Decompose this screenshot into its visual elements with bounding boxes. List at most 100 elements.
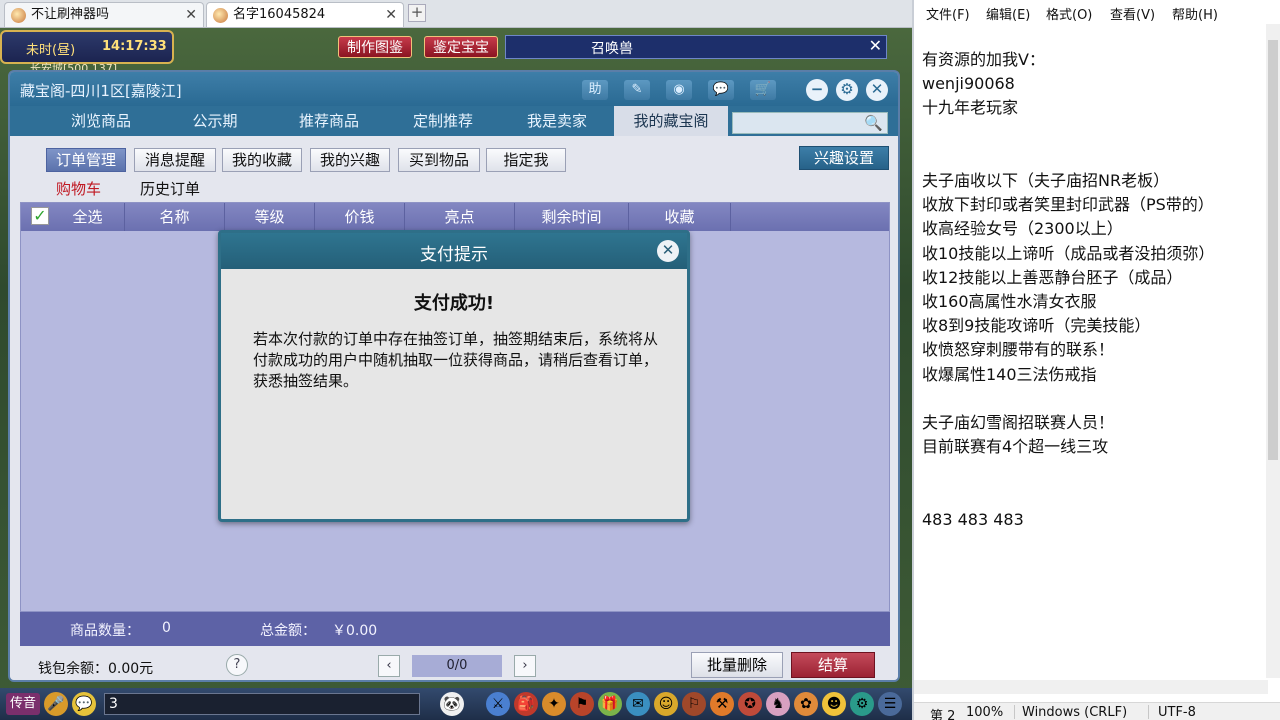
message-alert-button[interactable]: 消息提醒 bbox=[134, 148, 216, 172]
dialog-heading: 支付成功! bbox=[413, 293, 495, 314]
table-header: ✓ 全选 名称 等级 价钱 亮点 剩余时间 收藏 bbox=[21, 203, 889, 231]
browser-tab-1[interactable]: 不让刷神器吗 ✕ bbox=[4, 2, 204, 27]
chat-icon[interactable]: 💬 bbox=[708, 80, 734, 100]
text-line: 收爆属性140三法伤戒指 bbox=[922, 364, 1097, 384]
mount-icon[interactable]: ♞ bbox=[766, 692, 790, 716]
my-interests-button[interactable]: 我的兴趣 bbox=[310, 148, 390, 172]
skill-icon[interactable]: ✦ bbox=[542, 692, 566, 716]
text-line: ​ bbox=[922, 145, 1268, 169]
rank-icon[interactable]: ✿ bbox=[794, 692, 818, 716]
window-title: 藏宝阁-四川1区[嘉陵江] bbox=[20, 82, 182, 100]
total-value: ￥0.00 bbox=[332, 623, 378, 639]
text-line: 收10技能以上谛听（成品或者没拍须弥） bbox=[922, 243, 1215, 263]
question-icon[interactable]: ? bbox=[226, 654, 248, 676]
menu-file[interactable]: 文件(F) bbox=[926, 4, 970, 23]
smile-icon[interactable]: ☻ bbox=[822, 692, 846, 716]
window-tabs: 浏览商品 公示期 推荐商品 定制推荐 我是卖家 我的藏宝阁 🔍 bbox=[10, 106, 898, 136]
text-line: 夫子庙收以下（夫子庙招NR老板） bbox=[922, 171, 1170, 191]
search-icon[interactable]: 🔍 bbox=[864, 114, 883, 132]
col-remaining-time: 剩余时间 bbox=[515, 203, 629, 231]
pet-icon[interactable]: 🐼 bbox=[440, 692, 464, 716]
prev-page-button[interactable]: ‹ bbox=[378, 655, 400, 677]
shop-icon[interactable]: ⚒ bbox=[710, 692, 734, 716]
tab-custom[interactable]: 定制推荐 bbox=[386, 106, 500, 136]
status-divider bbox=[1148, 705, 1149, 719]
cart-icon[interactable]: 🛒 bbox=[750, 80, 776, 100]
edit-icon[interactable]: ✎ bbox=[624, 80, 650, 100]
select-all-checkbox[interactable]: ✓ bbox=[31, 207, 49, 225]
help-icon[interactable]: 助 bbox=[582, 80, 608, 100]
browser-tab-bar: 不让刷神器吗 ✕ 名字16045824 ✕ + bbox=[0, 0, 912, 28]
menu-view[interactable]: 查看(V) bbox=[1110, 4, 1155, 23]
bag-icon[interactable]: 🎒 bbox=[514, 692, 538, 716]
menu-icon[interactable]: ☰ bbox=[878, 692, 902, 716]
page-indicator: 0/0 bbox=[412, 655, 502, 677]
make-catalog-button[interactable]: 制作图鉴 bbox=[338, 36, 412, 58]
team-icon[interactable]: ⚑ bbox=[570, 692, 594, 716]
close-icon[interactable]: ✕ bbox=[869, 36, 882, 55]
tab-seller[interactable]: 我是卖家 bbox=[500, 106, 614, 136]
col-select-all[interactable]: 全选 bbox=[51, 203, 125, 231]
payment-dialog: 支付提示 ✕ 支付成功! 若本次付款的订单中存在抽签订单，抽签期结束后，系统将从… bbox=[218, 230, 690, 522]
summon-title: 召唤兽 bbox=[591, 41, 633, 57]
col-highlight: 亮点 bbox=[405, 203, 515, 231]
vertical-scrollbar[interactable] bbox=[1266, 24, 1280, 678]
designated-me-button[interactable]: 指定我 bbox=[486, 148, 566, 172]
system-icon[interactable]: ⚙ bbox=[850, 692, 874, 716]
window-title-bar: 藏宝阁-四川1区[嘉陵江] 助 ✎ ◉ 💬 🛒 − ⚙ ✕ bbox=[10, 72, 898, 106]
gift-icon[interactable]: 🎁 bbox=[598, 692, 622, 716]
scrollbar-thumb[interactable] bbox=[1268, 40, 1278, 460]
browser-tab-2[interactable]: 名字16045824 ✕ bbox=[206, 2, 404, 27]
item-count: 0 bbox=[162, 620, 171, 636]
text-line: 收放下封印或者笑里封印武器（PS带的） bbox=[922, 195, 1214, 215]
gear-icon[interactable]: ⚙ bbox=[836, 79, 858, 101]
text-line: 收高经验女号（2300以上） bbox=[922, 219, 1123, 239]
close-icon[interactable]: ✕ bbox=[185, 3, 197, 27]
cursor-position: 第 2 bbox=[930, 709, 956, 720]
order-manage-button[interactable]: 订单管理 bbox=[46, 148, 126, 172]
microphone-icon[interactable]: 🎤 bbox=[44, 692, 68, 716]
notepad-text-area[interactable]: 有资源的加我V：wenji90068十九年老玩家​​夫子庙收以下（夫子庙招NR老… bbox=[922, 48, 1268, 532]
bought-items-button[interactable]: 买到物品 bbox=[398, 148, 480, 172]
subtab-cart[interactable]: 购物车 bbox=[56, 178, 101, 199]
summon-panel-header: 召唤兽 ✕ bbox=[505, 35, 887, 59]
record-icon[interactable]: ◉ bbox=[666, 80, 692, 100]
minimize-icon[interactable]: − bbox=[806, 79, 828, 101]
event-icon[interactable]: ✪ bbox=[738, 692, 762, 716]
text-line: 收8到9技能攻谛听（完美技能） bbox=[922, 316, 1151, 336]
text-line: 十九年老玩家 bbox=[922, 98, 1019, 118]
friend-icon[interactable]: ☺ bbox=[654, 692, 678, 716]
close-icon[interactable]: ✕ bbox=[385, 3, 397, 27]
text-line: wenji90068 bbox=[922, 74, 1015, 94]
bulk-delete-button[interactable]: 批量删除 bbox=[691, 652, 783, 678]
close-icon[interactable]: ✕ bbox=[657, 240, 679, 262]
menu-edit[interactable]: 编辑(E) bbox=[986, 4, 1030, 23]
tab-public[interactable]: 公示期 bbox=[158, 106, 272, 136]
horizontal-scrollbar[interactable] bbox=[914, 680, 1268, 694]
game-bottom-bar: 传音 🎤 💬 3 🐼 ⚔ 🎒 ✦ ⚑ 🎁 ✉ ☺ ⚐ ⚒ ✪ ♞ ✿ ☻ ⚙ ☰ bbox=[0, 688, 912, 720]
voice-button[interactable]: 传音 bbox=[6, 693, 40, 715]
menu-help[interactable]: 帮助(H) bbox=[1172, 4, 1218, 23]
guild-icon[interactable]: ⚐ bbox=[682, 692, 706, 716]
chat-input[interactable]: 3 bbox=[104, 693, 420, 715]
item-count-label: 商品数量： bbox=[70, 623, 140, 639]
emoji-icon[interactable]: 💬 bbox=[72, 692, 96, 716]
new-tab-button[interactable]: + bbox=[408, 4, 426, 22]
tab-browse[interactable]: 浏览商品 bbox=[44, 106, 158, 136]
interest-settings-button[interactable]: 兴趣设置 bbox=[799, 146, 889, 170]
tab-recommended[interactable]: 推荐商品 bbox=[272, 106, 386, 136]
subtab-history[interactable]: 历史订单 bbox=[140, 178, 200, 199]
notepad-menu-bar: 文件(F) 编辑(E) 格式(O) 查看(V) 帮助(H) bbox=[914, 0, 1280, 24]
text-line: 483 483 483 bbox=[922, 509, 1024, 529]
text-line: 收愤怒穿刺腰带有的联系！ bbox=[922, 340, 1115, 360]
search-input[interactable]: 🔍 bbox=[732, 112, 888, 134]
tab-my-pavilion[interactable]: 我的藏宝阁 bbox=[614, 106, 728, 136]
weapon-icon[interactable]: ⚔ bbox=[486, 692, 510, 716]
next-page-button[interactable]: › bbox=[514, 655, 536, 677]
close-icon[interactable]: ✕ bbox=[866, 79, 888, 101]
my-favorites-button[interactable]: 我的收藏 bbox=[222, 148, 302, 172]
checkout-button[interactable]: 结算 bbox=[791, 652, 875, 678]
task-icon[interactable]: ✉ bbox=[626, 692, 650, 716]
identify-pet-button[interactable]: 鉴定宝宝 bbox=[424, 36, 498, 58]
menu-format[interactable]: 格式(O) bbox=[1046, 4, 1092, 23]
